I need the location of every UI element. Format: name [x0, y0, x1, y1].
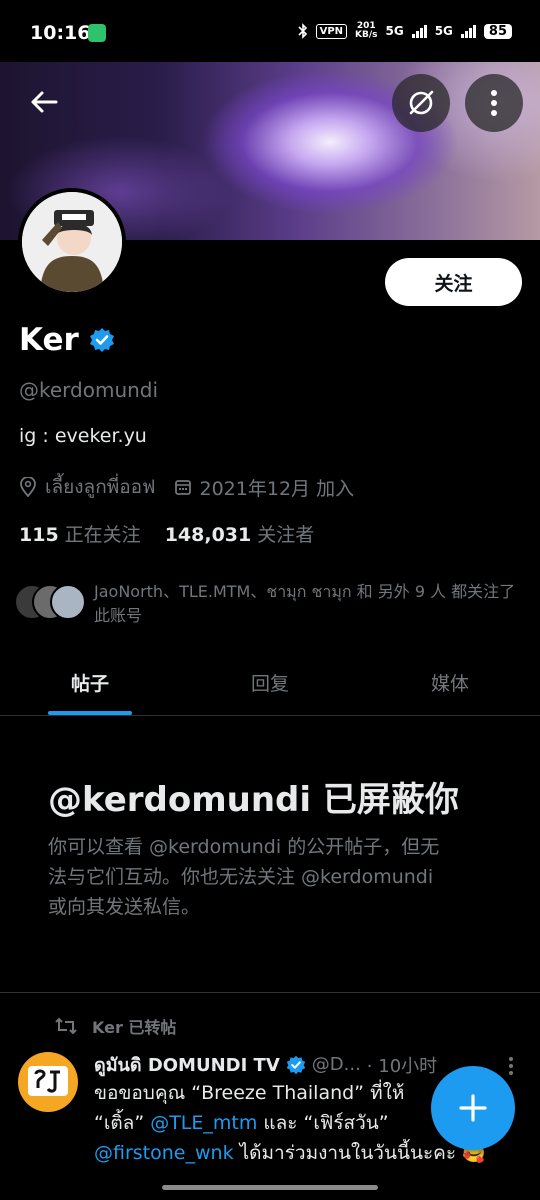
- tweet-timestamp[interactable]: · 10小时: [367, 1052, 437, 1078]
- back-arrow-icon: [31, 91, 58, 113]
- more-vertical-icon: [491, 90, 497, 116]
- mutual-avatar-stack: [14, 580, 86, 620]
- tab-posts[interactable]: 帖子: [0, 650, 180, 715]
- net-speed-unit: KB/s: [355, 30, 378, 40]
- retweet-icon: [55, 1017, 77, 1035]
- battery-indicator: 85: [483, 23, 512, 39]
- location-pin-icon: [20, 477, 36, 497]
- tab-posts-label: 帖子: [70, 673, 109, 695]
- retweet-label: Ker 已转帖: [92, 1018, 177, 1037]
- back-button[interactable]: [22, 82, 66, 122]
- profile-tabs: 帖子 回复 媒体: [0, 650, 540, 716]
- signal-icon: [460, 24, 476, 38]
- vpn-badge: VPN: [315, 23, 348, 39]
- tweet-text-part: ได้มาร่วมงานในวันนี้นะคะ 🥰: [233, 1142, 486, 1164]
- domundi-logo: [28, 1066, 68, 1096]
- network-type-1: 5G: [385, 24, 404, 38]
- status-time: 10:16: [30, 22, 91, 44]
- bluetooth-icon: [298, 23, 307, 39]
- tweet-author-handle[interactable]: @D...: [312, 1054, 361, 1075]
- tweet-author-avatar[interactable]: [18, 1052, 78, 1112]
- following-label: 正在关注: [64, 524, 141, 546]
- tweet-text-part: และ “เฟิร์สวัน”: [257, 1112, 389, 1134]
- profile-bio: ig : eveker.yu: [19, 425, 147, 447]
- mutual-avatar: [50, 584, 86, 620]
- tweet-mention[interactable]: @TLE_mtm: [150, 1112, 257, 1134]
- mutual-followers[interactable]: JaoNorth、TLE.MTM、ชามุก ชามุก 和 另外 9 人 都关…: [14, 580, 524, 628]
- tab-media[interactable]: 媒体: [360, 650, 540, 715]
- verified-badge-icon: [286, 1055, 305, 1074]
- profile-name: Ker: [19, 322, 79, 358]
- profile-name-row: Ker: [19, 322, 115, 358]
- compose-post-button[interactable]: [431, 1066, 515, 1150]
- tweet-author-name[interactable]: ดูมันดิ DOMUNDI TV: [94, 1050, 280, 1079]
- active-tab-indicator: [48, 711, 132, 715]
- profile-stats: 115 正在关注 148,031 关注者: [19, 520, 314, 547]
- follow-button[interactable]: 关注: [385, 258, 522, 306]
- mutual-followers-text: JaoNorth、TLE.MTM、ชามุก ชามุก 和 另外 9 人 都关…: [94, 582, 516, 625]
- profile-avatar[interactable]: [18, 188, 126, 296]
- following-link[interactable]: 115 正在关注: [19, 520, 141, 547]
- more-options-button[interactable]: [465, 74, 523, 132]
- plus-icon: [459, 1094, 487, 1122]
- grok-icon: [409, 90, 434, 115]
- divider: [0, 992, 540, 993]
- tab-replies[interactable]: 回复: [180, 650, 360, 715]
- blocked-description: 你可以查看 @kerdomundi 的公开帖子，但无法与它们互动。你也无法关注 …: [48, 836, 440, 918]
- profile-joined-date: 2021年12月 加入: [199, 477, 355, 500]
- tweet-more-icon[interactable]: [508, 1056, 514, 1076]
- home-indicator[interactable]: [162, 1185, 378, 1190]
- status-indicators: VPN 201 KB/s 5G 5G 85: [298, 22, 512, 40]
- profile-location: เลี้ยงลูกพี่ออฟ: [45, 476, 156, 498]
- profile-handle: @kerdomundi: [19, 378, 159, 402]
- tweet-text-part: “เติ้ล”: [94, 1112, 151, 1134]
- tab-replies-label: 回复: [250, 673, 289, 695]
- followers-count: 148,031: [164, 524, 252, 546]
- following-count: 115: [19, 524, 59, 546]
- net-speed: 201 KB/s: [355, 22, 377, 40]
- tweet-text-part: ขอขอบคุณ “Breeze Thailand” ที่ให้: [94, 1082, 405, 1104]
- profile-meta: เลี้ยงลูกพี่ออฟ 2021年12月 加入: [19, 472, 354, 502]
- app-notification-icon: [88, 24, 106, 42]
- network-type-2: 5G: [434, 24, 453, 38]
- tab-media-label: 媒体: [430, 673, 469, 695]
- signal-icon: [411, 24, 427, 38]
- grok-button[interactable]: [392, 74, 450, 132]
- retweet-indicator[interactable]: Ker 已转帖: [54, 1014, 176, 1038]
- calendar-icon: [174, 480, 191, 495]
- status-bar: 10:16 VPN 201 KB/s 5G 5G 85: [0, 0, 540, 62]
- followers-label: 关注者: [257, 524, 315, 546]
- blocked-title: @kerdomundi 已屏蔽你: [48, 780, 459, 820]
- followers-link[interactable]: 148,031 关注者: [165, 520, 315, 547]
- verified-badge-icon[interactable]: [89, 327, 115, 353]
- avatar-illustration: [22, 192, 122, 292]
- tweet-mention[interactable]: @firstone_wnk: [94, 1142, 234, 1164]
